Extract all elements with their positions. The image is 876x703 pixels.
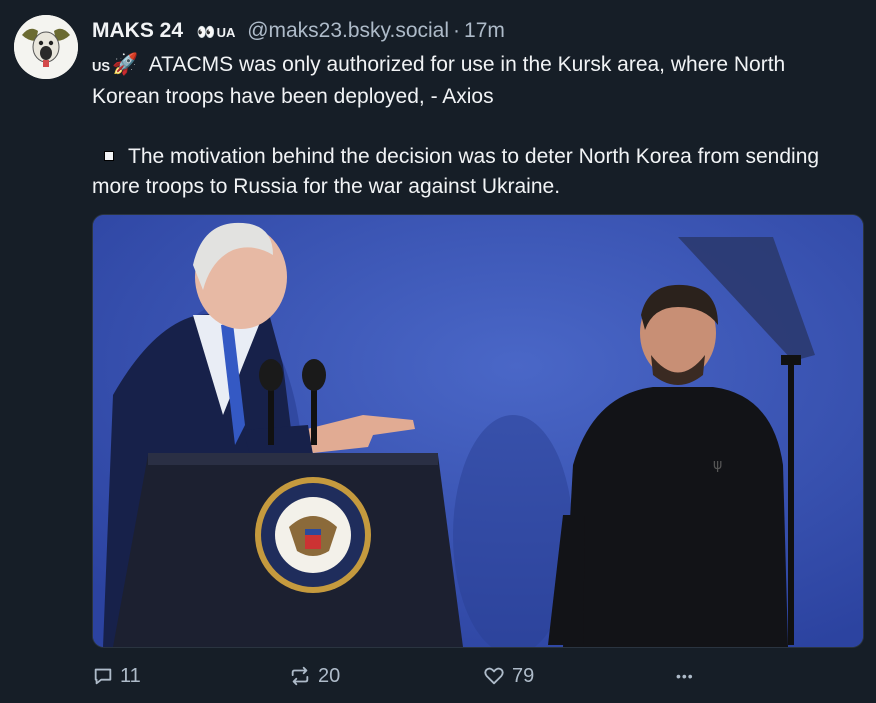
post-paragraph-2: The motivation behind the decision was t… [92, 145, 820, 198]
post-actions: 11 20 79 ••• [92, 660, 862, 692]
repost-arrows-icon [291, 666, 309, 686]
photo-illustration: ψ [93, 215, 863, 647]
more-options-button[interactable]: ••• [676, 660, 694, 692]
post-line-1: US🚀 ATACMS was only authorized for use i… [92, 50, 852, 112]
us-flag-badge: US [92, 59, 111, 74]
more-dots-icon: ••• [676, 668, 694, 684]
post-paragraph-1: ATACMS was only authorized for use in th… [92, 53, 786, 108]
author-name[interactable]: MAKS 24 [92, 19, 183, 42]
post: MAKS 24 👀 UA @maks23.bsky.social · 17m US🚀 … [0, 0, 876, 703]
like-button[interactable]: 79 [482, 660, 534, 692]
reply-button[interactable]: 11 [92, 660, 141, 692]
ua-flag-badge: UA [216, 25, 236, 40]
repost-count: 20 [318, 664, 341, 687]
avatar[interactable] [14, 15, 78, 79]
rocket-emoji-icon: 🚀 [112, 53, 139, 76]
eyes-emoji-icon: 👀 [196, 24, 216, 41]
author-handle[interactable]: @maks23.bsky.social [247, 19, 449, 42]
repost-button[interactable]: 20 [288, 660, 340, 692]
speech-bubble-icon [94, 668, 112, 685]
post-line-2: The motivation behind the decision was t… [92, 142, 852, 202]
post-image[interactable]: ψ [92, 214, 864, 648]
like-count: 79 [512, 664, 535, 687]
post-header: MAKS 24 👀 UA @maks23.bsky.social · 17m [92, 17, 505, 47]
avatar-image [14, 15, 78, 79]
black-square-icon [104, 150, 114, 161]
svg-text:ψ: ψ [713, 457, 722, 473]
timestamp[interactable]: 17m [464, 19, 505, 42]
heart-icon [484, 667, 504, 685]
separator: · [453, 19, 461, 42]
reply-count: 11 [120, 664, 141, 687]
post-text: US🚀 ATACMS was only authorized for use i… [92, 50, 852, 202]
